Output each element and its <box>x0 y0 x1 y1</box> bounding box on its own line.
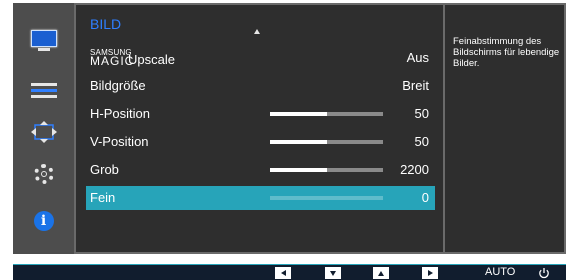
slider-fill <box>270 168 327 172</box>
level-slider[interactable] <box>270 168 383 172</box>
menu-item-grob[interactable]: Grob 2200 <box>86 158 435 182</box>
menu-item-fein[interactable]: Fein 0 <box>86 186 435 210</box>
level-slider[interactable] <box>270 196 383 200</box>
position-resize-icon[interactable] <box>13 118 74 146</box>
menu-item-bildgroesse[interactable]: Bildgröße Breit <box>86 74 435 98</box>
menu-item-value: Breit <box>402 78 429 93</box>
onscreen-display-icon[interactable] <box>13 77 74 105</box>
help-text: Feinabstimmung des Bildschirms für leben… <box>453 36 560 69</box>
menu-item-value: Aus <box>406 50 429 65</box>
enter-right-arrow-icon[interactable] <box>422 267 438 279</box>
settings-gear-icon[interactable] <box>13 160 74 188</box>
picture-menu-icon[interactable] <box>13 27 74 55</box>
scroll-up-icon <box>254 29 260 34</box>
menu-title: BILD <box>90 16 122 32</box>
down-arrow-icon[interactable] <box>325 267 341 279</box>
level-slider[interactable] <box>270 140 383 144</box>
menu-item-label: Bildgröße <box>90 78 146 93</box>
picture-menu-panel: BILD SAMSUNG MAGIC Upscale Aus Bildgröße… <box>74 3 445 254</box>
menu-item-value: 50 <box>414 134 429 149</box>
menu-item-label: Fein <box>90 190 116 205</box>
button-guide-bar: AUTO <box>13 264 566 280</box>
samsung-magic-logo: SAMSUNG MAGIC <box>90 48 135 68</box>
help-panel: Feinabstimmung des Bildschirms für leben… <box>445 3 566 254</box>
information-icon[interactable]: i <box>13 207 74 235</box>
up-arrow-icon[interactable] <box>373 267 389 279</box>
menu-item-v-position[interactable]: V-Position 50 <box>86 130 435 154</box>
menu-item-label: SAMSUNG MAGIC Upscale <box>90 48 175 68</box>
menu-item-value: 2200 <box>400 162 429 177</box>
menu-item-value: 50 <box>414 106 429 121</box>
menu-item-h-position[interactable]: H-Position 50 <box>86 102 435 126</box>
power-icon[interactable] <box>538 267 550 279</box>
menu-item-label: H-Position <box>90 106 150 121</box>
level-slider[interactable] <box>270 112 383 116</box>
menu-item-label: Grob <box>90 162 119 177</box>
slider-fill <box>270 140 327 144</box>
menu-category-bar: i <box>13 3 74 254</box>
menu-item-value: 0 <box>421 190 429 205</box>
left-arrow-icon[interactable] <box>275 267 291 279</box>
auto-button[interactable]: AUTO <box>485 266 515 278</box>
slider-fill <box>270 112 327 116</box>
menu-item-magic-upscale[interactable]: SAMSUNG MAGIC Upscale Aus <box>86 46 435 70</box>
menu-item-label: V-Position <box>90 134 149 149</box>
